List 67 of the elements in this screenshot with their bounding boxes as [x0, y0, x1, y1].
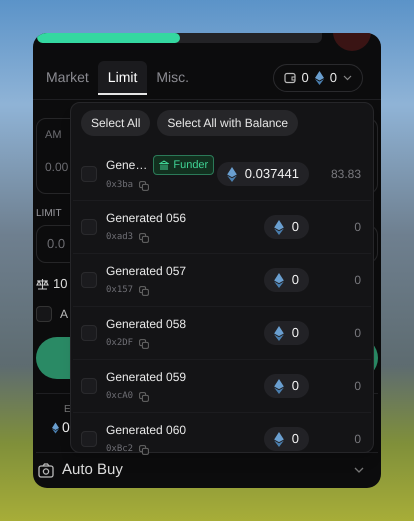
tab[interactable]: Misc. — [151, 61, 194, 95]
ethereum-icon — [52, 422, 59, 434]
wallet-name: Generated 057 — [106, 263, 186, 280]
checkbox[interactable] — [81, 219, 97, 235]
ethereum-icon — [274, 432, 284, 446]
wallet-address: 0xcA0 — [106, 390, 134, 404]
checkbox[interactable] — [81, 166, 97, 182]
estimate-value: 0 — [62, 418, 70, 437]
chevron-down-icon — [343, 75, 352, 81]
usd-value: 0 — [353, 325, 361, 342]
wallet-address: 0x2DF — [106, 337, 134, 350]
copy-icon[interactable] — [139, 392, 150, 402]
wallet-name: Generated 060 — [106, 422, 186, 440]
scale-icon — [36, 278, 49, 290]
usd-value: 0 — [353, 272, 361, 289]
copy-icon[interactable] — [139, 233, 150, 243]
camera-icon — [38, 462, 54, 478]
checkbox[interactable] — [36, 306, 52, 322]
ethereum-icon — [226, 166, 237, 182]
bank-icon — [159, 160, 170, 170]
usd-value: 83.83 — [330, 166, 361, 183]
ethereum-icon — [274, 220, 284, 234]
checkbox[interactable] — [81, 272, 97, 288]
wallet-count: 0 — [302, 69, 309, 88]
tab[interactable]: Limit — [98, 61, 148, 95]
copy-icon[interactable] — [139, 339, 150, 349]
balance-value: 0 — [292, 430, 299, 448]
checkbox[interactable] — [81, 325, 97, 341]
balance-value: 0 — [292, 324, 299, 342]
amount-label: AM — [45, 128, 62, 143]
checkbox[interactable] — [81, 378, 97, 394]
tab[interactable]: Market — [41, 61, 94, 95]
ethereum-icon — [274, 272, 284, 288]
usd-value: 0 — [353, 219, 361, 236]
balance-value: 0.037441 — [244, 165, 299, 184]
usd-value: 0 — [353, 378, 361, 395]
estimate-label: E — [64, 403, 71, 417]
chevron-down-icon — [354, 467, 364, 473]
balance-value: 0 — [292, 218, 299, 236]
wallet-summary-pill[interactable]: 0 0 — [272, 64, 363, 92]
amount-value: 0.00 — [45, 158, 68, 176]
limit-value: 0.0 — [47, 235, 66, 254]
balance-value: 0 — [292, 271, 299, 290]
usd-value: 0 — [353, 431, 361, 448]
ethereum-icon — [274, 378, 284, 394]
limit-label: LIMIT — [36, 207, 62, 221]
wallet-address: 0xad3 — [106, 231, 134, 244]
select-button[interactable]: Select All with Balance — [157, 110, 298, 136]
wallet-address: 0x3ba — [106, 179, 134, 192]
wallet-name: Gene… — [106, 157, 148, 174]
balance-value: 0 — [292, 377, 299, 396]
ethereum-icon — [274, 326, 284, 340]
auto-buy-label: Auto Buy — [62, 460, 123, 480]
wallet-name: Generated 059 — [106, 369, 186, 386]
select-button[interactable]: Select All — [81, 110, 150, 136]
ethereum-icon — [314, 71, 324, 85]
badge-label: Funder — [173, 158, 208, 173]
wallet-name: Generated 058 — [106, 316, 186, 334]
wallet-address: 0x157 — [106, 284, 134, 298]
wallet-icon — [284, 72, 296, 84]
copy-icon[interactable] — [139, 181, 150, 191]
copy-icon[interactable] — [139, 445, 150, 455]
copy-icon[interactable] — [139, 286, 150, 296]
ratio-value: 10 — [53, 275, 68, 294]
option-label: A — [60, 306, 68, 323]
wallet-balance: 0 — [330, 69, 337, 88]
wallet-name: Generated 056 — [106, 210, 186, 228]
